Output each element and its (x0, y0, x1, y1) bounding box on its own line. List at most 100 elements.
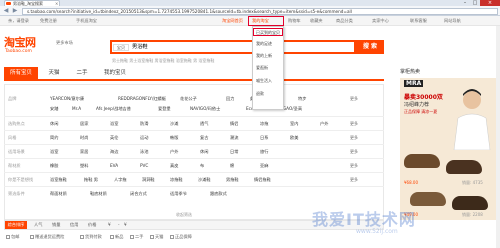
hot-words[interactable]: 男士拖鞋 男士浴室拖鞋 男浴室拖鞋 浴室拖鞋 男 浴室拖鞋 (112, 58, 214, 64)
filter-option[interactable]: EVA (110, 163, 118, 169)
filter-dropdown[interactable]: 适用季节 (170, 191, 187, 197)
tab-secondhand[interactable]: 二手 (70, 67, 94, 79)
filter-option[interactable]: 旅行 (260, 149, 268, 155)
tmall-checkbox[interactable]: 天猫 (150, 234, 163, 240)
filter-dropdown[interactable]: 闭合方式 (130, 191, 147, 197)
filter-option[interactable]: 透气 (200, 121, 208, 127)
filter-option[interactable]: 男拖鞋 (226, 177, 239, 183)
filter-option[interactable]: 泳池 (140, 149, 148, 155)
filter-option[interactable]: PVC (140, 163, 148, 169)
brand-option[interactable]: YEARCON/意尔康 (50, 96, 84, 102)
price-max-input[interactable]: ¥ (124, 222, 127, 228)
filter-option[interactable]: 居家 (80, 121, 88, 127)
filter-option[interactable]: 凉拖鞋 (170, 177, 183, 183)
brand-more-link[interactable]: 更多 (350, 96, 358, 102)
filter-option[interactable]: 时尚 (80, 135, 88, 141)
search-input[interactable]: 男浴鞋 (132, 44, 148, 50)
filter-dropdown[interactable]: 帮面材质 (50, 191, 67, 197)
filter-option[interactable]: 拖鞋 男 (84, 177, 98, 183)
more-link[interactable]: 更多 (350, 149, 358, 155)
tab-all-items[interactable]: 所有宝贝 (4, 67, 38, 79)
filter-option[interactable]: 海边 (110, 149, 118, 155)
favorites-link[interactable]: 收藏夹 (310, 18, 323, 24)
taobao-home-link[interactable]: 淘宝网首页 (222, 18, 243, 24)
filter-option[interactable]: 浴室 (110, 121, 118, 127)
product-image-sandal[interactable] (446, 160, 482, 174)
tab-tmall[interactable]: 天猫 (42, 67, 66, 79)
return-insurance-checkbox[interactable]: 赠送退货运费险 (30, 234, 64, 240)
dropdown-item-refund[interactable]: 退款 (256, 91, 264, 96)
filter-option[interactable]: 棉 (230, 163, 234, 169)
search-scope-select[interactable]: 宝贝 (113, 44, 129, 51)
filter-option[interactable]: 沙滩 (170, 121, 178, 127)
mobile-link[interactable]: 手机逛淘宝 (76, 18, 97, 24)
cart-link[interactable]: 购物车 (288, 18, 301, 24)
more-link[interactable]: 更多 (350, 121, 358, 127)
seller-center-link[interactable]: 卖家中心 (372, 18, 389, 24)
filter-dropdown[interactable]: 跟底款式 (210, 191, 227, 197)
category-link[interactable]: 商品分类 (336, 18, 353, 24)
filter-option[interactable]: 运动 (140, 135, 148, 141)
free-shipping-checkbox[interactable]: 包邮 (6, 234, 19, 240)
scrollbar[interactable] (496, 26, 500, 248)
filter-option[interactable]: 情侣 (230, 121, 238, 127)
brand-option[interactable]: REDDRAGONFLY/红蜻蜓 (118, 96, 166, 102)
filter-option[interactable]: 英伦 (110, 135, 118, 141)
filter-option[interactable]: 浴室 (50, 149, 58, 155)
cod-checkbox[interactable]: 货到付款 (80, 234, 102, 240)
brand-option[interactable]: Afs Jeep/战地吉普 (96, 106, 131, 112)
brand-option[interactable]: 特步 (298, 96, 306, 102)
filter-option[interactable]: 凉拖 (260, 121, 268, 127)
more-markets-link[interactable]: 更多市场 (56, 40, 73, 46)
filter-option[interactable]: 休闲 (50, 121, 58, 127)
new-checkbox[interactable]: 新品 (110, 234, 123, 240)
sort-price[interactable]: 价格 (88, 222, 96, 228)
brand-option[interactable]: 回力 (226, 96, 234, 102)
brand-option[interactable]: 爱登堡 (158, 106, 171, 112)
filter-option[interactable]: 室内 (290, 121, 298, 127)
more-link[interactable]: 更多 (350, 177, 358, 183)
more-link[interactable]: 更多 (350, 135, 358, 141)
filter-option[interactable]: 防滑 (140, 121, 148, 127)
product-image-sandal[interactable] (404, 154, 440, 168)
brand-option[interactable]: 安踏 (50, 106, 58, 112)
sort-popularity[interactable]: 人气 (34, 222, 42, 228)
filter-dropdown[interactable]: 鞋底材质 (90, 191, 107, 197)
tab-my-items[interactable]: 我的宝贝 (98, 67, 132, 79)
filter-option[interactable]: 情侣拖鞋 (254, 177, 271, 183)
brand-option[interactable]: NAVIGO/玛依士 (190, 106, 220, 112)
customer-service-link[interactable]: 联系客服 (410, 18, 427, 24)
filter-option[interactable]: 简约 (50, 135, 58, 141)
filter-option[interactable]: 布 (200, 163, 204, 169)
forward-icon[interactable]: ▶ (11, 7, 19, 15)
filter-option[interactable]: 户外 (170, 149, 178, 155)
genuine-checkbox[interactable]: 正品保障 (170, 234, 192, 240)
login-link[interactable]: 亲，请登录 (8, 18, 29, 24)
filter-option[interactable]: 休闲 (200, 149, 208, 155)
filter-option[interactable]: 浴室拖鞋 (50, 177, 67, 183)
sort-credit[interactable]: 信用 (70, 222, 78, 228)
filter-option[interactable]: 家居 (80, 149, 88, 155)
filter-option[interactable]: 日常 (230, 149, 238, 155)
filter-option[interactable]: 欧美 (290, 135, 298, 141)
brand-option[interactable]: 花花公子 (180, 96, 197, 102)
dropdown-item-bought[interactable]: 已买到的宝贝 (256, 30, 280, 35)
filter-option[interactable]: 塑料 (80, 163, 88, 169)
filter-option[interactable]: 潮流 (230, 135, 238, 141)
brand-option[interactable]: Mr.A (72, 106, 81, 112)
filter-option[interactable]: 人字拖 (114, 177, 127, 183)
collapse-filters-link[interactable]: 收起筛选 (176, 212, 192, 218)
sort-default[interactable]: 综合排序 (5, 221, 27, 229)
back-icon[interactable]: ◀ (2, 7, 10, 15)
filter-option[interactable]: 真皮 (170, 163, 178, 169)
more-link[interactable]: 更多 (350, 163, 358, 169)
url-field[interactable]: s.taobao.com/search?initiative_id=tbinde… (22, 7, 498, 15)
filter-option[interactable]: 复古 (200, 135, 208, 141)
secondhand-checkbox[interactable]: 二手 (130, 234, 143, 240)
register-link[interactable]: 免费注册 (40, 18, 57, 24)
dropdown-item-new[interactable]: 我的上新 (256, 53, 272, 58)
filter-option[interactable]: 韩版 (170, 135, 178, 141)
dropdown-item-browse[interactable]: 爱逛街 (256, 65, 268, 70)
filter-option[interactable]: 橡胶 (50, 163, 58, 169)
dropdown-item-life[interactable]: 喵生活入 (256, 78, 272, 83)
